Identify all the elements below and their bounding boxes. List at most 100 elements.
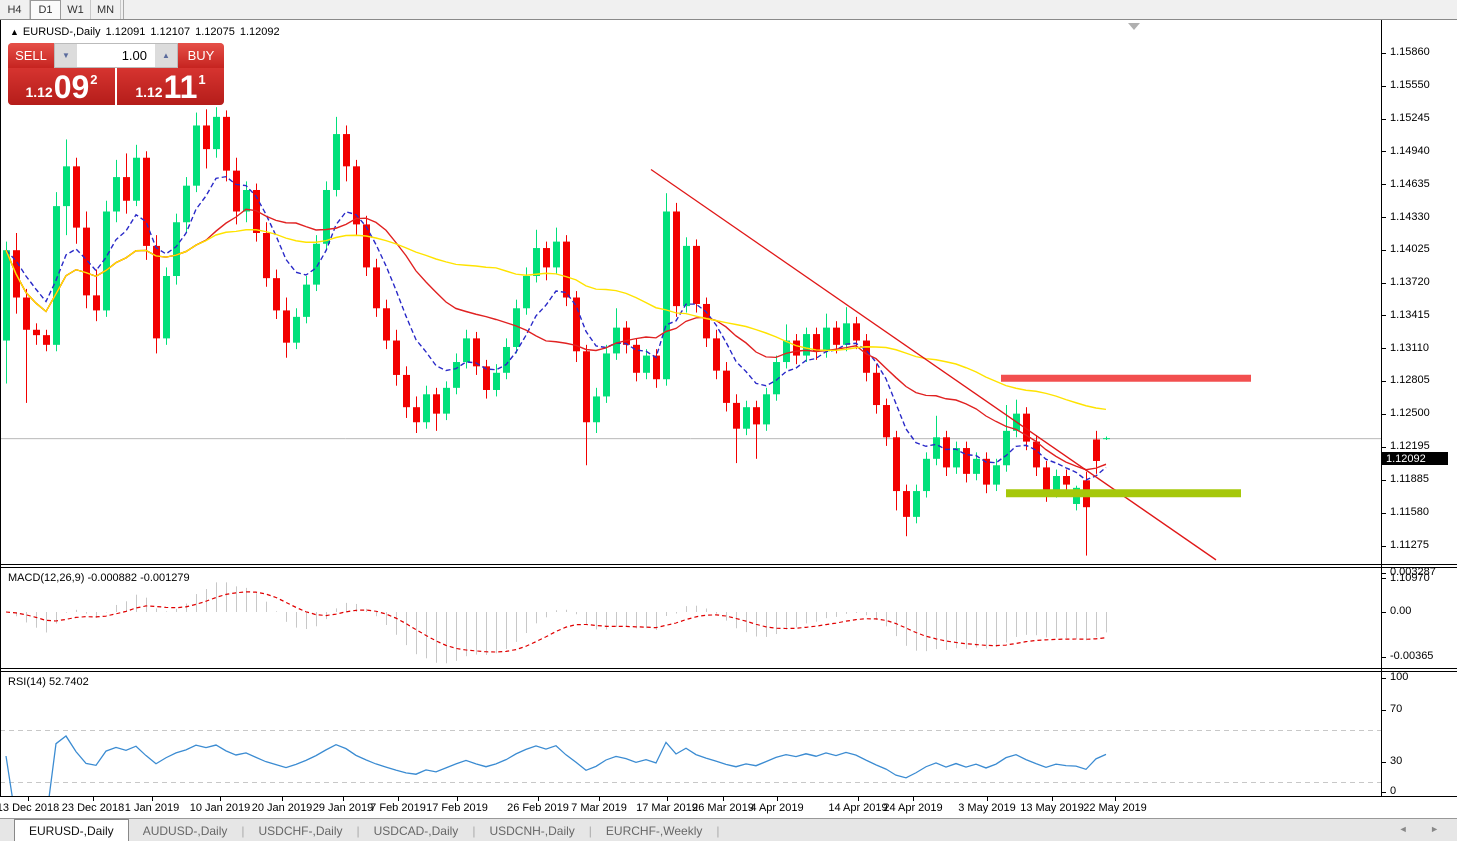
rsi-axis-label: 0 [1390, 785, 1396, 797]
volume-input[interactable]: 1.00 [77, 44, 155, 67]
ohlc-open: 1.12091 [106, 26, 146, 38]
tab-audusd-daily[interactable]: AUDUSD-,Daily [129, 819, 242, 841]
rsi-axis-tick [1381, 792, 1386, 793]
rsi-indicator-canvas[interactable] [0, 673, 1381, 796]
price-axis-tick [1381, 315, 1386, 316]
date-axis-tick [538, 797, 539, 801]
date-axis-tick [282, 797, 283, 801]
price-axis-label: 1.15245 [1390, 112, 1430, 124]
price-axis-label: 1.15860 [1390, 46, 1430, 58]
price-axis-label: 1.12805 [1390, 374, 1430, 386]
tab-usdcnh-daily[interactable]: USDCNH-,Daily [475, 819, 588, 841]
macd-axis-tick [1381, 657, 1386, 658]
tab-separator: | [716, 819, 719, 841]
timeframe-button-mn[interactable]: MN [91, 0, 121, 19]
buy-price-small: 1.12 [135, 84, 162, 100]
chart-tab-bar: EURUSD-,DailyAUDUSD-,Daily | USDCHF-,Daily… [0, 818, 1457, 841]
price-axis-tick [1381, 414, 1386, 415]
ohlc-close: 1.12092 [240, 26, 280, 38]
pane-separator[interactable] [0, 564, 1457, 569]
price-axis-label: 1.13110 [1390, 342, 1429, 354]
date-axis-tick [152, 797, 153, 801]
date-axis-tick [858, 797, 859, 801]
price-axis-tick [1381, 217, 1386, 218]
price-axis-label: 1.12500 [1390, 407, 1430, 419]
date-axis-label: 14 Apr 2019 [828, 802, 887, 814]
price-axis-label: 1.13415 [1390, 309, 1430, 321]
date-axis-label: 1 Jan 2019 [125, 802, 179, 814]
price-axis-tick [1381, 119, 1386, 120]
date-axis-label: 20 Jan 2019 [252, 802, 313, 814]
rsi-axis-label: 30 [1390, 755, 1402, 767]
price-axis-tick [1381, 86, 1386, 87]
price-axis-label: 1.11885 [1390, 473, 1429, 485]
ohlc-high: 1.12107 [150, 26, 190, 38]
timeframe-button-w1[interactable]: W1 [61, 0, 91, 19]
buy-price-display[interactable]: 1.12 11 1 [117, 68, 224, 105]
tab-usdchf-daily[interactable]: USDCHF-,Daily [245, 819, 357, 841]
volume-increase-icon[interactable]: ▲ [155, 44, 177, 67]
price-axis-label: 1.14330 [1390, 211, 1430, 223]
sell-price-big: 09 [54, 72, 90, 102]
sell-price-sup: 2 [90, 72, 97, 87]
price-axis-tick [1381, 578, 1386, 579]
date-axis-tick [777, 797, 778, 801]
sell-button[interactable]: SELL [8, 43, 54, 68]
timeframe-button-d1[interactable]: D1 [30, 0, 61, 19]
date-axis-tick [987, 797, 988, 801]
tab-eurchf-weekly[interactable]: EURCHF-,Weekly [592, 819, 716, 841]
date-axis[interactable]: 13 Dec 201823 Dec 20181 Jan 201910 Jan 2… [0, 796, 1457, 819]
price-axis-tick [1381, 184, 1386, 185]
tab-eurusd-daily[interactable]: EURUSD-,Daily [14, 819, 129, 841]
price-axis-tick [1381, 151, 1386, 152]
price-axis-label: 1.14635 [1390, 178, 1430, 190]
price-axis-label: 1.11580 [1390, 506, 1429, 518]
date-axis-tick [913, 797, 914, 801]
date-axis-label: 23 Dec 2018 [62, 802, 124, 814]
rsi-axis-tick [1381, 710, 1386, 711]
price-axis-tick [1381, 513, 1386, 514]
date-axis-tick [667, 797, 668, 801]
macd-axis-label: -0.00365 [1390, 650, 1433, 662]
ohlc-low: 1.12075 [195, 26, 235, 38]
volume-spinner: ▼ 1.00 ▲ [54, 43, 178, 68]
volume-decrease-icon[interactable]: ▼ [55, 44, 77, 67]
price-axis-label: 1.12195 [1390, 440, 1430, 452]
date-axis-label: 26 Feb 2019 [507, 802, 569, 814]
tab-scroll-arrows[interactable]: ◄ ► [1399, 824, 1449, 834]
timeframe-button-h4[interactable]: H4 [0, 0, 30, 19]
buy-price-big: 11 [164, 72, 198, 102]
rsi-label: RSI(14) 52.7402 [8, 676, 89, 688]
date-axis-label: 17 Feb 2019 [426, 802, 488, 814]
chart-shift-marker-icon[interactable] [1128, 23, 1140, 30]
sell-price-display[interactable]: 1.12 09 2 [8, 68, 117, 105]
date-axis-tick [28, 797, 29, 801]
price-axis-border [1381, 20, 1382, 797]
chart-title: ▲EURUSD-,Daily1.120911.121071.120751.120… [10, 26, 285, 38]
macd-indicator-canvas[interactable] [0, 569, 1381, 669]
collapse-arrow-icon[interactable]: ▲ [10, 27, 19, 37]
date-axis-label: 17 Mar 2019 [636, 802, 698, 814]
rsi-value: 52.7402 [49, 676, 89, 688]
price-axis-tick [1381, 250, 1386, 251]
date-axis-tick [93, 797, 94, 801]
date-axis-label: 3 May 2019 [958, 802, 1015, 814]
buy-price-sup: 1 [198, 72, 205, 87]
date-axis-label: 7 Feb 2019 [370, 802, 426, 814]
rsi-axis-label: 70 [1390, 703, 1402, 715]
macd-axis-tick [1381, 573, 1386, 574]
pane-separator[interactable] [0, 668, 1457, 673]
tab-usdcad-daily[interactable]: USDCAD-,Daily [360, 819, 473, 841]
date-axis-label: 24 Apr 2019 [883, 802, 942, 814]
date-axis-tick [1052, 797, 1053, 801]
mt4-terminal: H4D1W1MN ▲EURUSD-,Daily1.120911.121071.1… [0, 0, 1457, 841]
price-axis-tick [1381, 480, 1386, 481]
date-axis-label: 4 Apr 2019 [750, 802, 803, 814]
date-axis-label: 22 May 2019 [1083, 802, 1147, 814]
date-axis-tick [1115, 797, 1116, 801]
macd-value-1: -0.000882 [87, 572, 137, 584]
price-axis-label: 1.14025 [1390, 243, 1430, 255]
date-axis-tick [398, 797, 399, 801]
price-axis-tick [1381, 348, 1386, 349]
buy-button[interactable]: BUY [178, 43, 224, 68]
